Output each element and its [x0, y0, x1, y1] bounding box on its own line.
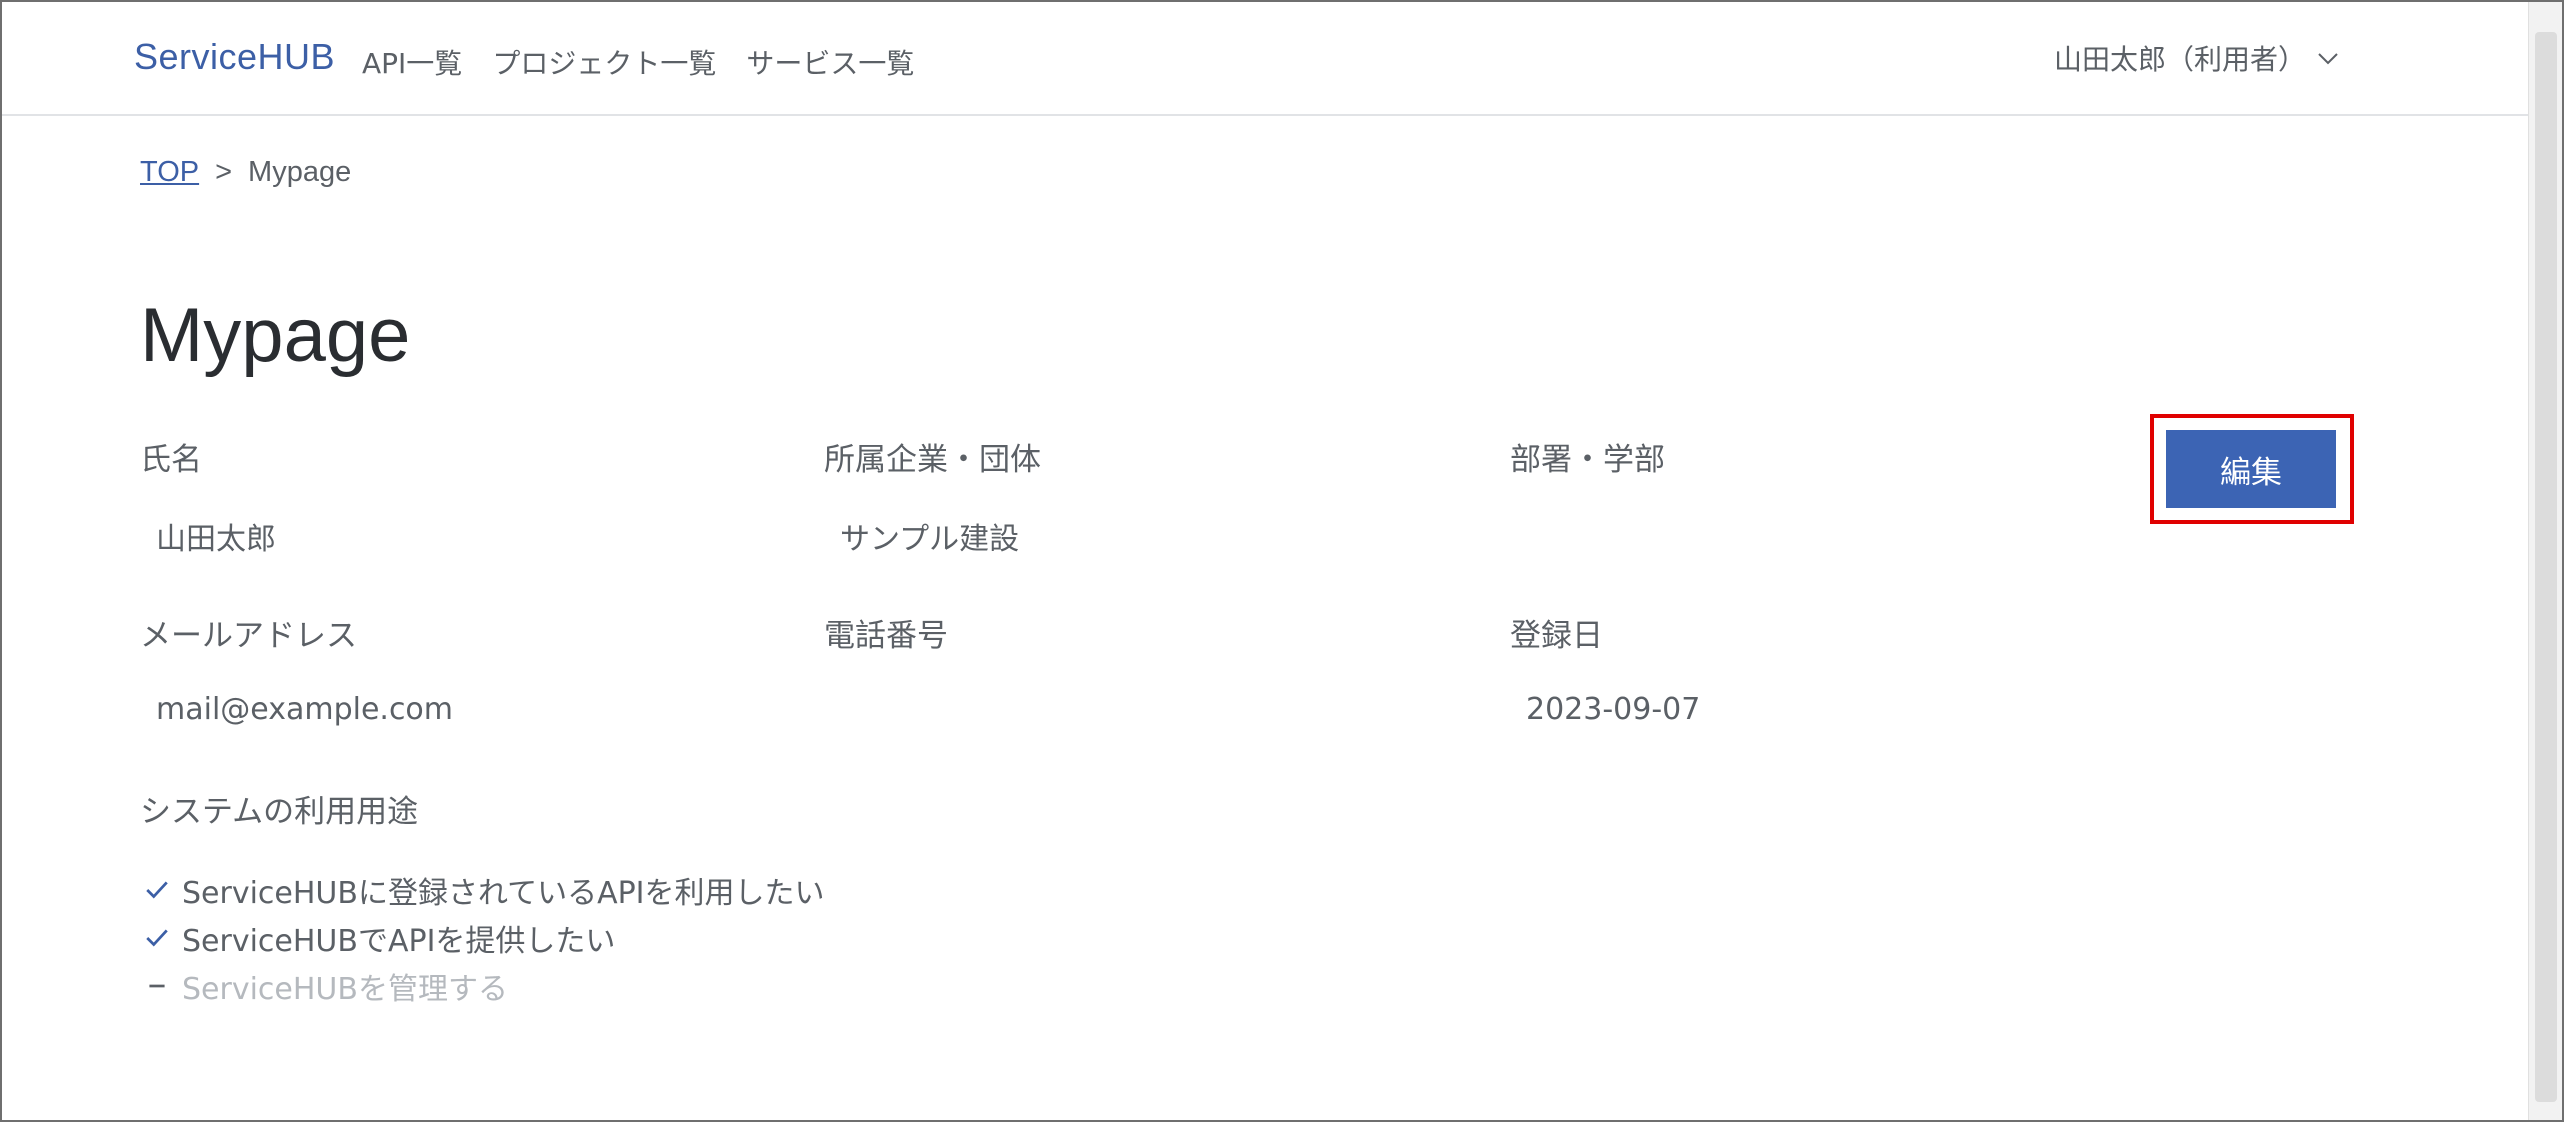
registered-date-label: 登録日	[1510, 618, 1603, 654]
usage-item: ServiceHUBでAPIを提供したい	[144, 914, 825, 962]
breadcrumb: TOP > Mypage	[140, 156, 351, 189]
nav-api-list[interactable]: API一覧	[362, 42, 462, 82]
company-value: サンプル建設	[840, 522, 1020, 557]
usage-item-text: ServiceHUBでAPIを提供したい	[182, 924, 616, 959]
vertical-scrollbar[interactable]	[2528, 2, 2562, 1120]
name-value: 山田太郎	[156, 522, 276, 557]
edit-button[interactable]: 編集	[2166, 430, 2336, 508]
top-header: ServiceHUB API一覧 プロジェクト一覧 サービス一覧 山田太郎（利用…	[2, 2, 2530, 116]
company-label: 所属企業・団体	[824, 442, 1041, 478]
check-icon	[146, 881, 168, 899]
browser-frame: ServiceHUB API一覧 プロジェクト一覧 サービス一覧 山田太郎（利用…	[0, 0, 2564, 1122]
breadcrumb-current: Mypage	[248, 156, 352, 188]
nav-service-list[interactable]: サービス一覧	[746, 42, 914, 82]
scrollbar-thumb[interactable]	[2535, 32, 2557, 1102]
phone-label: 電話番号	[824, 618, 948, 654]
breadcrumb-top-link[interactable]: TOP	[140, 156, 199, 189]
usage-item-text: ServiceHUBに登録されているAPIを利用したい	[182, 876, 825, 911]
name-label: 氏名	[140, 442, 202, 478]
email-label: メールアドレス	[140, 618, 357, 654]
usage-list: ServiceHUBに登録されているAPIを利用したい ServiceHUBでA…	[144, 866, 825, 1010]
email-value: mail@example.com	[156, 692, 454, 727]
user-name: 山田太郎（利用者）	[2053, 43, 2306, 76]
check-icon	[146, 929, 168, 947]
chevron-down-icon	[2318, 53, 2338, 65]
dash-icon	[149, 984, 165, 988]
breadcrumb-separator: >	[215, 156, 233, 188]
usage-item-text: ServiceHUBを管理する	[182, 972, 508, 1007]
main-nav: API一覧 プロジェクト一覧 サービス一覧	[362, 42, 914, 82]
usage-item: ServiceHUBを管理する	[144, 962, 825, 1010]
usage-item: ServiceHUBに登録されているAPIを利用したい	[144, 866, 825, 914]
registered-date-value: 2023-09-07	[1526, 692, 1701, 727]
site-logo[interactable]: ServiceHUB	[134, 36, 335, 78]
department-label: 部署・学部	[1510, 442, 1665, 478]
user-menu[interactable]: 山田太郎（利用者）	[2054, 38, 2340, 78]
usage-label: システムの利用用途	[140, 794, 419, 830]
page-title: Mypage	[140, 293, 411, 378]
nav-project-list[interactable]: プロジェクト一覧	[492, 42, 716, 82]
